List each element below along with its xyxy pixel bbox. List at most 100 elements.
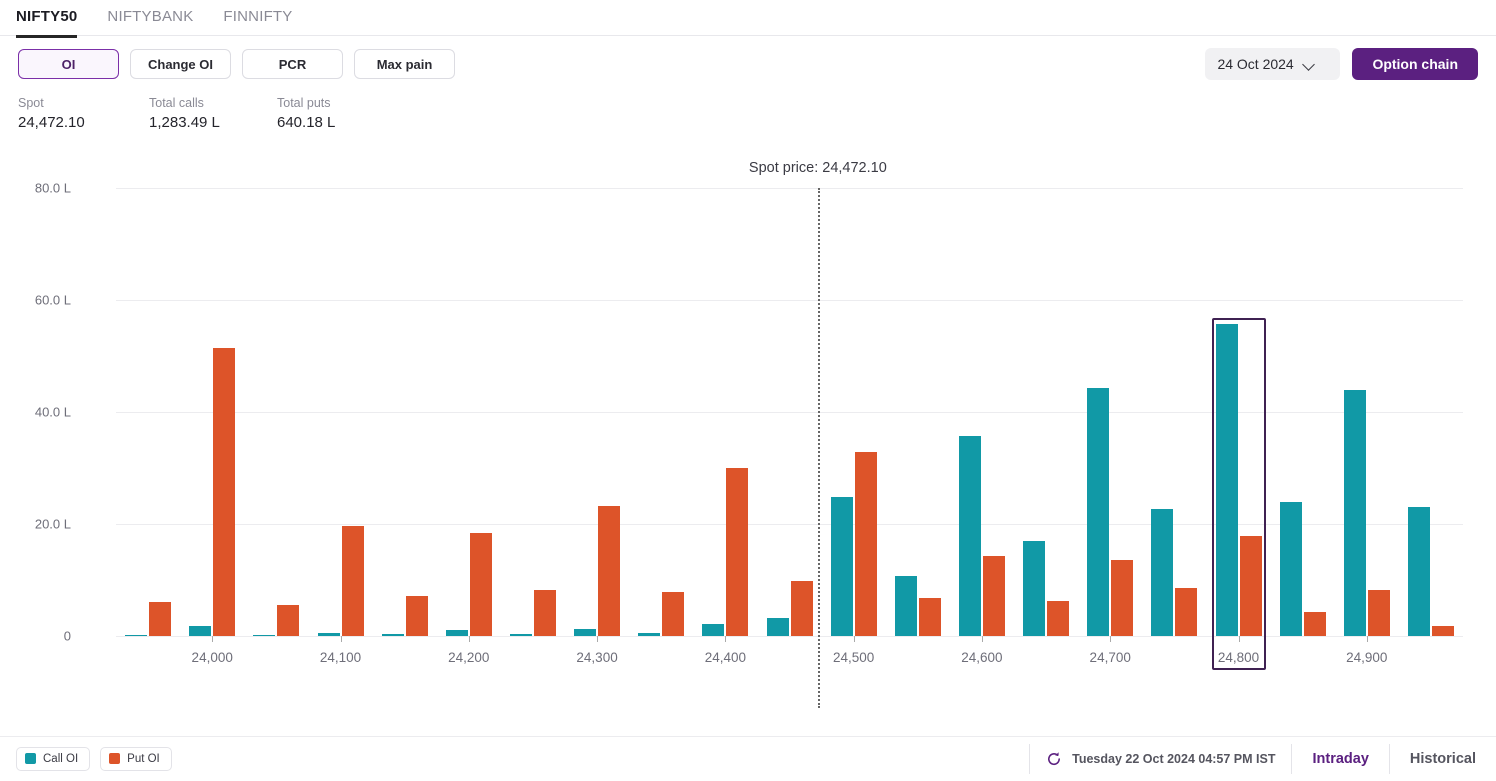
gridline xyxy=(116,188,1463,189)
view-button-oi[interactable]: OI xyxy=(18,49,119,79)
bar-put-oi[interactable] xyxy=(790,581,813,636)
bar-put-oi[interactable] xyxy=(341,526,364,636)
x-axis-tick-label: 24,800 xyxy=(1217,650,1260,665)
bar-put-oi[interactable] xyxy=(598,506,621,636)
view-button-change-oi[interactable]: Change OI xyxy=(130,49,231,79)
bar-put-oi[interactable] xyxy=(982,555,1005,636)
footer-divider-1 xyxy=(1029,744,1031,774)
bar-put-oi[interactable] xyxy=(469,532,492,636)
bar-call-oi[interactable] xyxy=(125,634,148,636)
bar-put-oi[interactable] xyxy=(1175,587,1198,636)
bar-call-oi[interactable] xyxy=(1151,509,1174,636)
call-oi-swatch xyxy=(25,753,36,764)
expiry-date-select[interactable]: 24 Oct 2024 xyxy=(1205,48,1341,80)
x-axis-tick-mark xyxy=(340,636,342,642)
footer-right-group: Tuesday 22 Oct 2024 04:57 PM IST Intrada… xyxy=(1013,737,1480,781)
x-axis-tick-mark xyxy=(1110,636,1112,642)
bar-call-oi[interactable] xyxy=(766,617,789,636)
stat-total-calls: Total calls 1,283.49 L xyxy=(149,94,277,134)
stat-total-calls-label: Total calls xyxy=(149,96,204,110)
x-axis-tick-mark xyxy=(468,636,470,642)
bar-call-oi[interactable] xyxy=(1087,388,1110,636)
option-chain-button[interactable]: Option chain xyxy=(1352,48,1478,80)
bar-put-oi[interactable] xyxy=(726,468,749,636)
bar-put-oi[interactable] xyxy=(533,589,556,636)
x-axis-tick-label: 24,100 xyxy=(319,650,362,665)
bar-call-oi[interactable] xyxy=(381,634,404,636)
mode-intraday[interactable]: Intraday xyxy=(1308,751,1372,767)
bar-call-oi[interactable] xyxy=(702,624,725,636)
x-axis-tick-label: 24,200 xyxy=(448,650,490,665)
last-updated-timestamp: Tuesday 22 Oct 2024 04:57 PM IST xyxy=(1072,752,1276,766)
tab-niftybank[interactable]: NIFTYBANK xyxy=(107,0,193,38)
y-axis-tick-label: 0 xyxy=(63,628,71,644)
chart-plot-area[interactable]: 0 20.0 L 40.0 L 60.0 L 80.0 L 24,000 24,100 24,… xyxy=(35,160,1463,708)
bar-put-oi[interactable] xyxy=(662,592,685,636)
bar-call-oi[interactable] xyxy=(317,633,340,636)
index-tabbar: NIFTY50 NIFTYBANK FINNIFTY xyxy=(0,0,1496,38)
bar-call-oi[interactable] xyxy=(1023,541,1046,636)
put-oi-swatch xyxy=(109,753,121,764)
x-axis-tick-mark xyxy=(725,636,727,642)
bar-call-oi[interactable] xyxy=(1215,324,1238,636)
bar-call-oi[interactable] xyxy=(894,576,917,636)
mode-historical[interactable]: Historical xyxy=(1406,751,1480,767)
bar-put-oi[interactable] xyxy=(918,598,941,636)
bar-call-oi[interactable] xyxy=(189,625,212,636)
gridline xyxy=(116,300,1463,301)
bar-call-oi[interactable] xyxy=(253,634,276,636)
bar-call-oi[interactable] xyxy=(1279,502,1302,636)
stat-spot: Spot 24,472.10 xyxy=(18,94,149,134)
x-axis-tick-label: 24,000 xyxy=(191,650,233,665)
footer-divider-2 xyxy=(1291,744,1293,774)
y-axis-tick-label: 60.0 L xyxy=(34,292,71,308)
stat-total-calls-value: 1,283.49 L xyxy=(149,114,220,131)
chart-legend: Call OI Put OI xyxy=(16,746,172,771)
y-axis-tick-label: 20.0 L xyxy=(34,516,71,532)
bar-put-oi[interactable] xyxy=(1111,560,1134,636)
view-button-pcr[interactable]: PCR xyxy=(242,49,343,79)
bar-call-oi[interactable] xyxy=(638,632,661,636)
view-button-max-pain[interactable]: Max pain xyxy=(354,49,455,79)
gridline xyxy=(116,636,1463,637)
stat-total-puts: Total puts 640.18 L xyxy=(277,94,335,134)
x-axis-tick-mark xyxy=(981,636,983,642)
bar-call-oi[interactable] xyxy=(445,629,468,636)
bar-call-oi[interactable] xyxy=(1343,389,1366,636)
bar-put-oi[interactable] xyxy=(405,595,428,636)
chevron-down-icon xyxy=(1304,59,1315,70)
x-axis-tick-label: 24,300 xyxy=(576,650,618,665)
x-axis-tick-label: 24,900 xyxy=(1346,650,1388,665)
bar-put-oi[interactable] xyxy=(149,602,172,636)
x-axis-tick-label: 24,500 xyxy=(832,650,875,665)
bar-call-oi[interactable] xyxy=(958,435,981,636)
legend-label-put-oi: Put OI xyxy=(127,752,160,765)
bar-put-oi[interactable] xyxy=(1367,589,1390,636)
x-axis-tick-mark xyxy=(212,636,214,642)
bar-put-oi[interactable] xyxy=(213,347,236,636)
bar-put-oi[interactable] xyxy=(1047,601,1070,636)
x-axis-tick-label: 24,400 xyxy=(704,650,746,665)
tab-finnifty[interactable]: FINNIFTY xyxy=(223,0,292,38)
x-axis-tick-mark xyxy=(1238,636,1240,642)
y-axis-tick-label: 80.0 L xyxy=(34,180,71,196)
footer-divider-3 xyxy=(1388,744,1390,774)
bar-call-oi[interactable] xyxy=(509,633,532,636)
x-axis-tick-mark xyxy=(853,636,855,642)
bar-put-oi[interactable] xyxy=(1239,535,1262,636)
bar-call-oi[interactable] xyxy=(830,497,853,636)
bar-put-oi[interactable] xyxy=(1431,626,1454,636)
legend-item-put-oi[interactable]: Put OI xyxy=(100,746,172,771)
stat-spot-label: Spot xyxy=(18,96,44,110)
bar-put-oi[interactable] xyxy=(1303,611,1326,636)
x-axis-tick-mark xyxy=(1366,636,1368,642)
legend-item-call-oi[interactable]: Call OI xyxy=(16,746,91,771)
bar-call-oi[interactable] xyxy=(1407,507,1430,636)
refresh-icon[interactable] xyxy=(1046,751,1062,767)
bar-put-oi[interactable] xyxy=(854,452,877,636)
tab-nifty50[interactable]: NIFTY50 xyxy=(16,0,78,38)
spot-price-line xyxy=(817,188,820,708)
bar-put-oi[interactable] xyxy=(277,604,300,636)
x-axis-tick-label: 24,600 xyxy=(961,650,1003,665)
bar-call-oi[interactable] xyxy=(574,628,597,636)
